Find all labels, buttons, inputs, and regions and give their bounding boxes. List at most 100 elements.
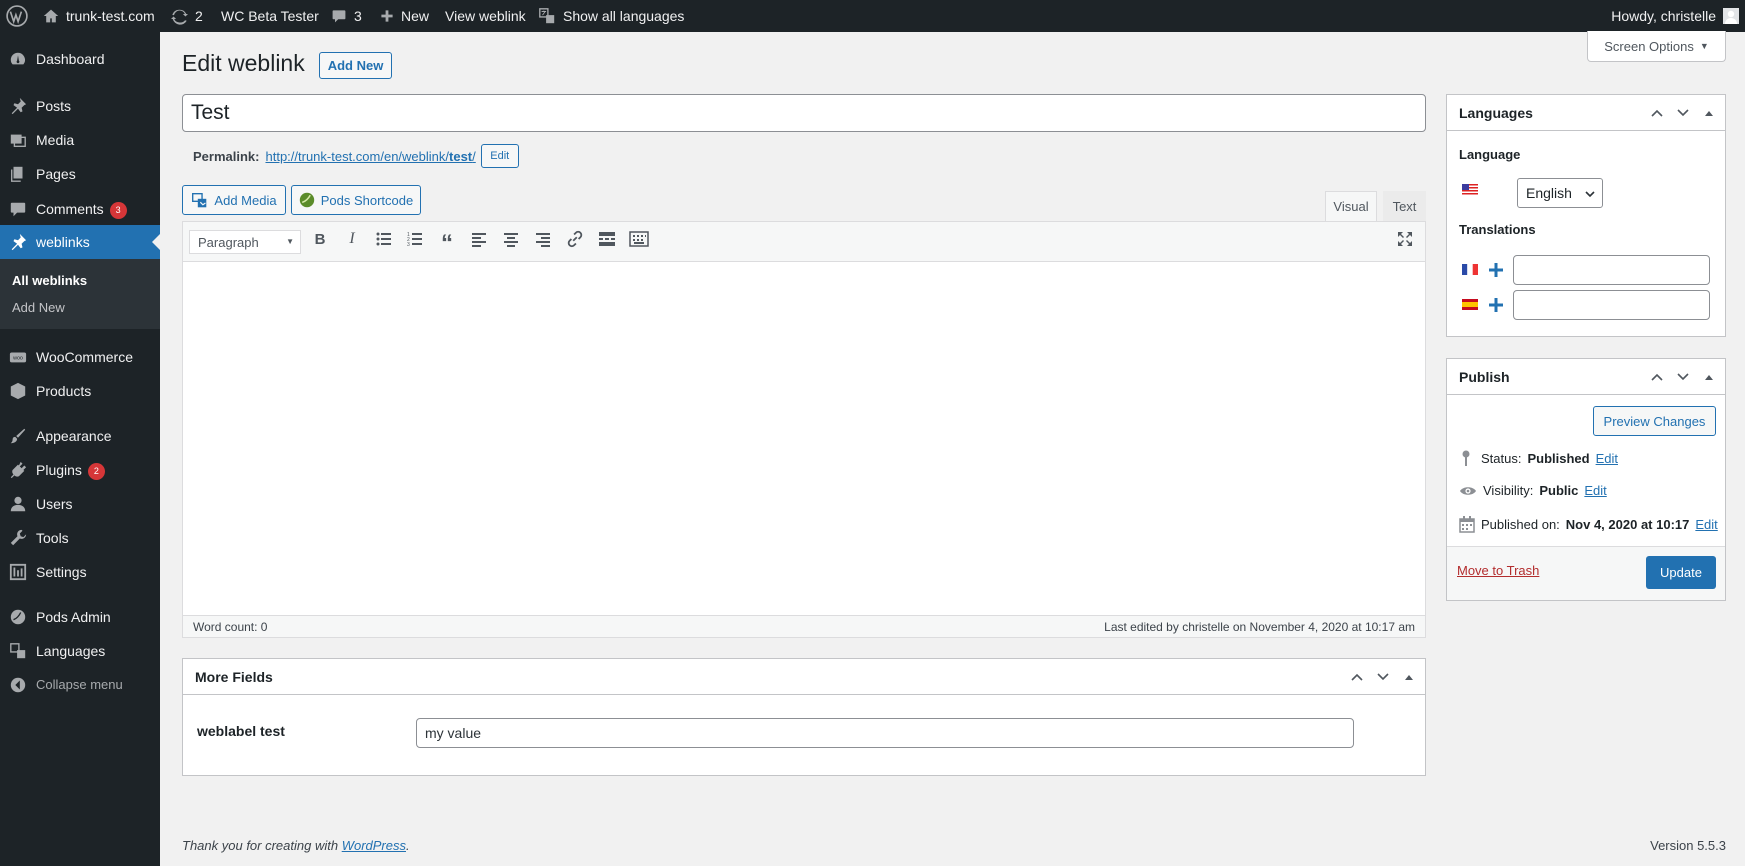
languages-header[interactable]: Languages: [1447, 95, 1725, 131]
woocommerce-icon: woo: [9, 348, 27, 366]
submenu-add-new[interactable]: Add New: [12, 300, 65, 315]
menu-plugins[interactable]: Plugins 2: [0, 453, 160, 487]
comments-link[interactable]: 3: [331, 0, 362, 32]
align-right-icon[interactable]: [533, 229, 553, 249]
language-label: Language: [1459, 147, 1521, 162]
triangle-down-icon: ▼: [286, 237, 294, 246]
link-icon[interactable]: [565, 229, 585, 249]
tab-visual[interactable]: Visual: [1325, 191, 1377, 221]
menu-weblinks[interactable]: weblinks: [0, 225, 160, 259]
menu-languages[interactable]: Languages: [0, 634, 160, 668]
view-weblink-link[interactable]: View weblink: [445, 0, 526, 32]
page-title: Edit weblink: [182, 50, 305, 76]
more-fields-header[interactable]: More Fields: [183, 659, 1425, 695]
publish-header[interactable]: Publish: [1447, 359, 1725, 395]
fullscreen-icon[interactable]: [1395, 229, 1415, 249]
numbered-list-icon[interactable]: 123: [405, 229, 425, 249]
preview-changes-button[interactable]: Preview Changes: [1593, 406, 1716, 436]
svg-text:woo: woo: [12, 356, 23, 362]
menu-appearance[interactable]: Appearance: [0, 419, 160, 453]
align-left-icon[interactable]: [469, 229, 489, 249]
menu-pages[interactable]: Pages: [0, 157, 160, 191]
visibility-row: Visibility: Public Edit: [1459, 483, 1607, 498]
menu-users[interactable]: Users: [0, 487, 160, 521]
plus-icon: [381, 10, 393, 22]
dashboard-icon: [9, 50, 27, 68]
chevron-down-icon[interactable]: [1675, 369, 1691, 385]
triangle-up-icon[interactable]: [1701, 369, 1717, 385]
plugin-icon: [9, 461, 27, 479]
menu-comments[interactable]: Comments 3: [0, 192, 160, 226]
editor-container: Paragraph ▼ B I 123 “ Word count: 0 Last…: [182, 221, 1426, 638]
last-edited: Last edited by christelle on November 4,…: [1104, 620, 1415, 634]
menu-woocommerce[interactable]: woo WooCommerce: [0, 340, 160, 374]
keyboard-icon[interactable]: [629, 229, 649, 249]
updates-link[interactable]: 2: [171, 0, 203, 32]
triangle-up-icon[interactable]: [1401, 669, 1417, 685]
editor-content-area[interactable]: [183, 263, 1425, 615]
weblabel-test-input[interactable]: [416, 718, 1354, 748]
comments-count-badge: 3: [109, 202, 127, 219]
post-title-input[interactable]: [182, 94, 1426, 132]
tab-text[interactable]: Text: [1383, 191, 1426, 221]
editor-status-bar: Word count: 0 Last edited by christelle …: [183, 615, 1425, 637]
menu-posts[interactable]: Posts: [0, 89, 160, 123]
add-media-button[interactable]: Add Media: [182, 185, 286, 215]
triangle-up-icon[interactable]: [1701, 105, 1717, 121]
es-flag-icon: [1462, 299, 1478, 310]
align-center-icon[interactable]: [501, 229, 521, 249]
menu-dashboard[interactable]: Dashboard: [0, 42, 160, 76]
add-translation-icon[interactable]: [1489, 263, 1503, 277]
menu-tools[interactable]: Tools: [0, 521, 160, 555]
plugins-count-badge: 2: [87, 463, 105, 480]
move-to-trash-link[interactable]: Move to Trash: [1457, 563, 1539, 578]
language-select[interactable]: English: [1517, 178, 1603, 208]
translation-es-input[interactable]: [1513, 290, 1710, 320]
show-languages-link[interactable]: Show all languages: [538, 0, 684, 32]
permalink-link[interactable]: http://trunk-test.com/en/weblink/test/: [265, 149, 475, 164]
translation-fr-input[interactable]: [1513, 255, 1710, 285]
published-edit-link[interactable]: Edit: [1695, 517, 1717, 532]
status-row: Status: Published Edit: [1459, 449, 1618, 467]
pods-icon: [9, 608, 27, 626]
collapse-menu-button[interactable]: Collapse menu: [0, 668, 160, 702]
permalink-edit-button[interactable]: Edit: [480, 144, 519, 168]
site-name-link[interactable]: trunk-test.com: [43, 0, 155, 32]
format-select[interactable]: Paragraph ▼: [189, 230, 301, 254]
update-button[interactable]: Update: [1646, 556, 1716, 589]
add-translation-icon[interactable]: [1489, 298, 1503, 312]
wc-beta-tester-link[interactable]: WC Beta Tester: [221, 0, 319, 32]
my-account-link[interactable]: Howdy, christelle: [1611, 0, 1739, 32]
read-more-icon[interactable]: [597, 229, 617, 249]
menu-media[interactable]: Media: [0, 123, 160, 157]
status-edit-link[interactable]: Edit: [1596, 451, 1618, 466]
updates-icon: [171, 9, 188, 25]
italic-icon[interactable]: I: [342, 229, 362, 249]
pods-shortcode-button[interactable]: Pods Shortcode: [291, 185, 421, 215]
avatar: [1723, 8, 1739, 24]
bullet-list-icon[interactable]: [374, 229, 394, 249]
chevron-up-icon[interactable]: [1349, 669, 1365, 685]
wordpress-logo-icon[interactable]: [6, 0, 28, 32]
pods-icon: [299, 192, 314, 208]
bold-icon[interactable]: B: [310, 229, 330, 249]
add-new-button[interactable]: Add New: [319, 52, 392, 79]
new-content-link[interactable]: New: [380, 0, 429, 32]
menu-products[interactable]: Products: [0, 374, 160, 408]
visibility-edit-link[interactable]: Edit: [1584, 483, 1606, 498]
eye-icon: [1460, 486, 1476, 495]
menu-settings[interactable]: Settings: [0, 555, 160, 589]
comment-bubble-icon: [332, 10, 346, 23]
chevron-down-icon[interactable]: [1375, 669, 1391, 685]
editor-toolbar: Paragraph ▼ B I 123 “: [183, 222, 1425, 262]
wordpress-link[interactable]: WordPress: [342, 838, 406, 853]
comment-bubble-icon: [9, 200, 27, 218]
chevron-up-icon[interactable]: [1649, 369, 1665, 385]
screen-options-button[interactable]: Screen Options ▼: [1587, 31, 1726, 62]
menu-pods-admin[interactable]: Pods Admin: [0, 600, 160, 634]
chevron-up-icon[interactable]: [1649, 105, 1665, 121]
chevron-down-icon[interactable]: [1675, 105, 1691, 121]
collapse-arrow-icon: [9, 676, 27, 694]
blockquote-icon[interactable]: “: [437, 229, 457, 256]
submenu-all-weblinks[interactable]: All weblinks: [12, 273, 87, 288]
